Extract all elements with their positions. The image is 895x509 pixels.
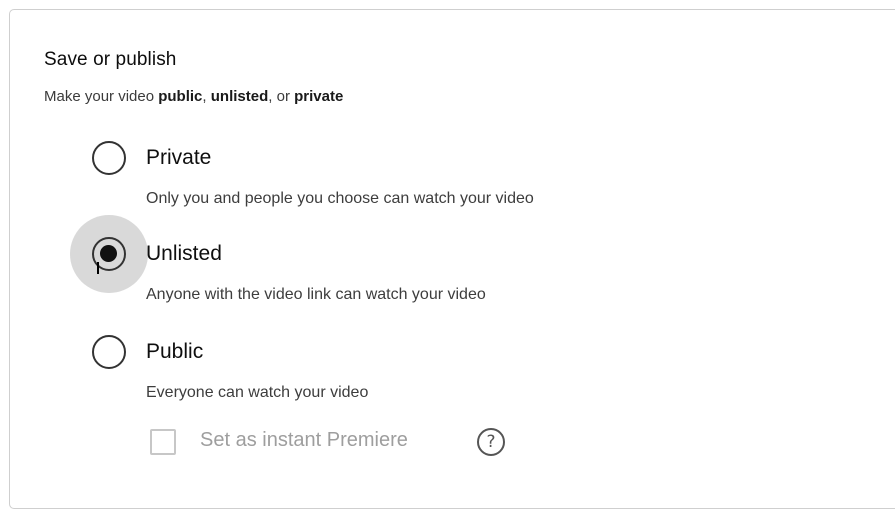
option-description: Anyone with the video link can watch you… bbox=[146, 286, 486, 303]
option-label: Unlisted bbox=[146, 242, 222, 265]
instant-premiere-checkbox[interactable] bbox=[150, 429, 176, 455]
instant-premiere-label: Set as instant Premiere bbox=[200, 429, 408, 451]
option-label: Public bbox=[146, 340, 204, 363]
option-public[interactable]: Public Everyone can watch your video bbox=[70, 313, 830, 401]
radio-hit-area[interactable] bbox=[70, 313, 148, 391]
radio-hit-area[interactable] bbox=[70, 119, 148, 197]
option-unlisted[interactable]: Unlisted Anyone with the video link can … bbox=[70, 215, 830, 303]
option-description: Everyone can watch your video bbox=[146, 384, 369, 401]
section-subtitle: Make your video public, unlisted, or pri… bbox=[44, 88, 343, 105]
section-title: Save or publish bbox=[44, 49, 177, 70]
subtitle-private: private bbox=[294, 88, 344, 105]
help-icon[interactable]: ? bbox=[477, 428, 505, 456]
subtitle-sep: , or bbox=[268, 88, 295, 105]
subtitle-unlisted: unlisted bbox=[210, 88, 269, 105]
radio-button-private[interactable] bbox=[92, 141, 126, 175]
subtitle-text: Make your video bbox=[44, 88, 159, 105]
option-private[interactable]: Private Only you and people you choose c… bbox=[70, 119, 830, 207]
radio-selected-dot bbox=[100, 245, 117, 262]
option-label: Private bbox=[146, 146, 212, 169]
subtitle-sep: , bbox=[202, 88, 211, 105]
radio-hit-area[interactable] bbox=[70, 215, 148, 293]
radio-button-public[interactable] bbox=[92, 335, 126, 369]
instant-premiere-row: Set as instant Premiere ? bbox=[150, 424, 550, 458]
option-description: Only you and people you choose can watch… bbox=[146, 190, 534, 207]
text-cursor bbox=[97, 262, 99, 274]
subtitle-public: public bbox=[158, 88, 203, 105]
